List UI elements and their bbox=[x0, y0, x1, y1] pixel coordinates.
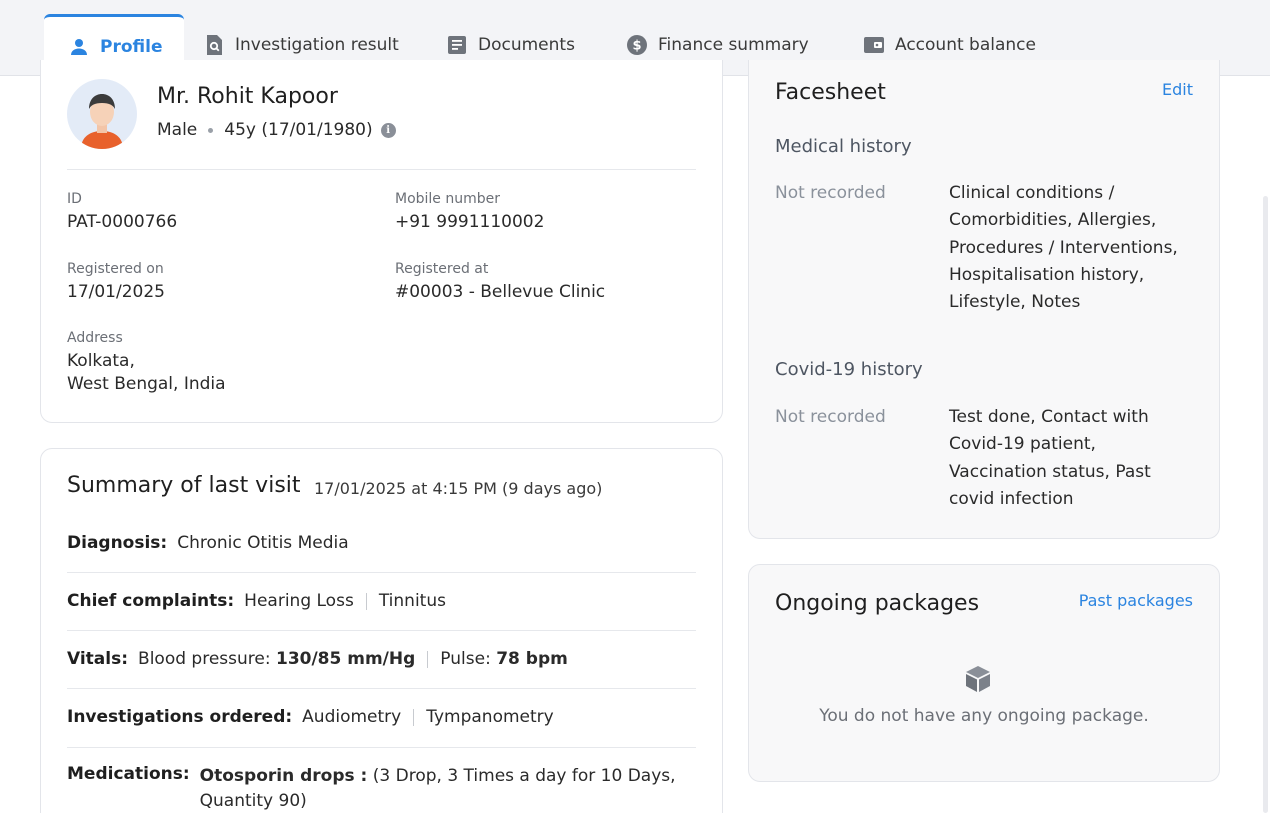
address-line-2: West Bengal, India bbox=[67, 374, 226, 394]
tab-label: Documents bbox=[478, 35, 575, 55]
visit-title: Summary of last visit bbox=[67, 473, 301, 498]
patient-gender: Male bbox=[157, 120, 198, 140]
separator bbox=[365, 592, 367, 610]
medical-history-description: Clinical conditions / Comorbidities, All… bbox=[949, 183, 1178, 313]
bp-label: Blood pressure: bbox=[138, 649, 271, 669]
person-icon bbox=[68, 36, 90, 58]
edit-link[interactable]: Edit bbox=[1162, 80, 1193, 99]
separator-dot bbox=[208, 127, 214, 133]
packages-title: Ongoing packages bbox=[775, 591, 980, 616]
covid-history-status: Not recorded bbox=[775, 407, 886, 427]
patient-id: PAT-0000766 bbox=[67, 212, 178, 232]
medication-entry: Otosporin drops : (3 Drop, 3 Times a day… bbox=[200, 764, 676, 813]
mobile-label: Mobile number bbox=[395, 191, 501, 207]
divider bbox=[67, 169, 696, 170]
diagnosis-row: Diagnosis: Chronic Otitis Media bbox=[67, 533, 349, 553]
diagnosis-label: Diagnosis: bbox=[67, 533, 168, 553]
address-label: Address bbox=[67, 330, 123, 346]
dollar-circle-icon: $ bbox=[626, 34, 648, 56]
document-icon bbox=[446, 34, 468, 56]
divider bbox=[67, 688, 696, 689]
medications-row: Medications: Otosporin drops : (3 Drop, … bbox=[67, 764, 676, 813]
last-visit-card: Summary of last visit 17/01/2025 at 4:15… bbox=[40, 448, 723, 813]
tab-label: Finance summary bbox=[658, 35, 809, 55]
diagnosis-value: Chronic Otitis Media bbox=[177, 533, 349, 553]
separator bbox=[413, 708, 415, 726]
divider bbox=[67, 630, 696, 631]
packages-empty-text: You do not have any ongoing package. bbox=[819, 706, 1149, 726]
wallet-icon bbox=[863, 34, 885, 56]
file-search-icon bbox=[203, 34, 225, 56]
vitals-label: Vitals: bbox=[67, 649, 129, 669]
info-icon[interactable]: i bbox=[380, 122, 396, 138]
complaint-item: Hearing Loss bbox=[244, 591, 354, 611]
bp-value: 130/85 mm/Hg bbox=[275, 649, 416, 669]
pulse-value: 78 bpm bbox=[496, 649, 568, 669]
medical-history-heading: Medical history bbox=[775, 136, 912, 157]
registered-at-label: Registered at bbox=[395, 261, 489, 277]
patient-name: Mr. Rohit Kapoor bbox=[157, 84, 338, 109]
patient-demographics: Male 45y (17/01/1980) i bbox=[157, 120, 396, 140]
tab-label: Investigation result bbox=[235, 35, 399, 55]
medication-name: Otosporin drops : bbox=[199, 766, 368, 786]
past-packages-link[interactable]: Past packages bbox=[1079, 591, 1193, 610]
covid-history-heading: Covid-19 history bbox=[775, 359, 923, 380]
divider bbox=[67, 572, 696, 573]
svg-text:$: $ bbox=[632, 39, 641, 54]
visit-datetime: 17/01/2025 at 4:15 PM (9 days ago) bbox=[314, 479, 603, 498]
complaints-row: Chief complaints: Hearing Loss Tinnitus bbox=[67, 591, 446, 611]
tab-label: Account balance bbox=[895, 35, 1036, 55]
investigation-item: Tympanometry bbox=[426, 707, 554, 727]
tab-label: Profile bbox=[100, 37, 163, 57]
complaint-item: Tinnitus bbox=[378, 591, 446, 611]
patient-age: 45y (17/01/1980) bbox=[224, 120, 373, 140]
avatar bbox=[67, 79, 137, 149]
ongoing-packages-card: Ongoing packages Past packages You do no… bbox=[748, 564, 1220, 782]
divider bbox=[67, 747, 696, 748]
medication-detail: (3 Drop, 3 Times a day for 10 Days, bbox=[372, 766, 676, 786]
investigation-item: Audiometry bbox=[302, 707, 402, 727]
id-label: ID bbox=[67, 191, 82, 207]
facesheet-title: Facesheet bbox=[775, 80, 886, 105]
registered-at: #00003 - Bellevue Clinic bbox=[395, 282, 606, 302]
registered-on: 17/01/2025 bbox=[67, 282, 165, 302]
package-box-icon bbox=[963, 664, 993, 694]
scrollbar[interactable] bbox=[1263, 196, 1268, 813]
separator bbox=[427, 650, 429, 668]
investigations-row: Investigations ordered: Audiometry Tympa… bbox=[67, 707, 554, 727]
investigations-label: Investigations ordered: bbox=[67, 707, 293, 727]
pulse-label: Pulse: bbox=[440, 649, 491, 669]
vitals-row: Vitals: Blood pressure: 130/85 mm/Hg Pul… bbox=[67, 649, 568, 669]
registered-on-label: Registered on bbox=[67, 261, 164, 277]
covid-history-description: Test done, Contact with Covid-19 patient… bbox=[949, 407, 1151, 509]
facesheet-card: Facesheet Edit Medical history Not recor… bbox=[748, 60, 1220, 539]
profile-card: Mr. Rohit Kapoor Male 45y (17/01/1980) i… bbox=[40, 60, 723, 423]
address-line-1: Kolkata, bbox=[67, 351, 135, 371]
complaints-label: Chief complaints: bbox=[67, 591, 235, 611]
patient-mobile: +91 9991110002 bbox=[395, 212, 545, 232]
medication-detail: Quantity 90) bbox=[199, 791, 307, 811]
medical-history-status: Not recorded bbox=[775, 183, 886, 203]
medications-label: Medications: bbox=[67, 764, 190, 784]
